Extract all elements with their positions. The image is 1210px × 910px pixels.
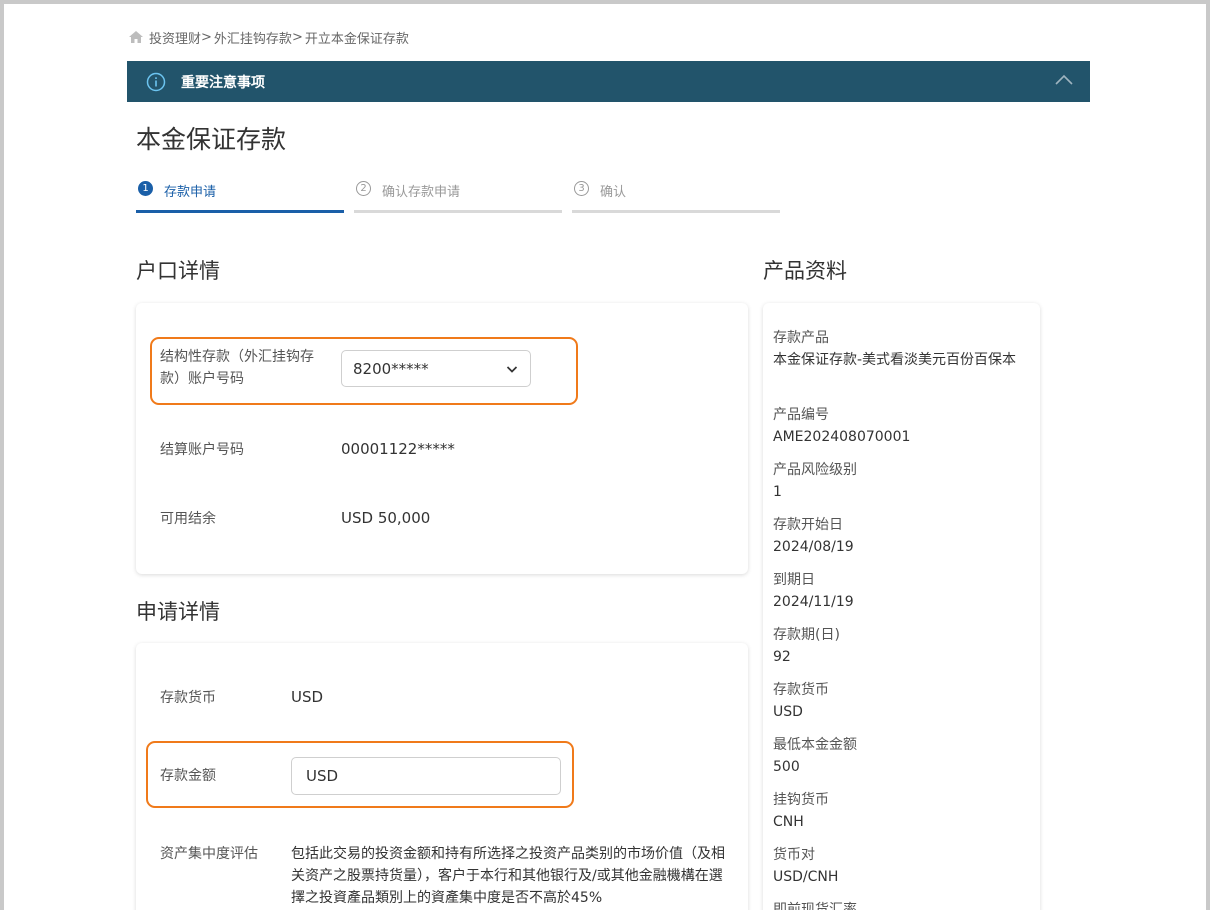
available-balance-label: 可用结余 bbox=[160, 511, 216, 527]
page-title: 本金保证存款 bbox=[136, 125, 287, 154]
settlement-account-label: 结算账户号码 bbox=[160, 442, 244, 458]
product-item-label: 存款期(日) bbox=[773, 627, 840, 643]
product-item-value: 92 bbox=[773, 649, 791, 665]
product-item-label: 产品编号 bbox=[773, 407, 829, 423]
home-icon[interactable] bbox=[128, 30, 144, 44]
notice-title: 重要注意事项 bbox=[181, 74, 265, 91]
info-icon bbox=[146, 72, 166, 91]
application-details-heading: 申请详情 bbox=[136, 600, 220, 624]
concentration-assessment-label: 资产集中度评估 bbox=[160, 846, 258, 862]
progress-steps: 1 存款申请 2 确认存款申请 3 确认 bbox=[136, 178, 790, 213]
breadcrumb-item-fx-linked[interactable]: 外汇挂钩存款 bbox=[214, 28, 292, 47]
product-item-label: 即前现货汇率 bbox=[773, 902, 857, 910]
step-confirm: 3 确认 bbox=[572, 178, 780, 213]
product-item-currency: 存款货币 USD bbox=[773, 679, 1035, 734]
product-item-deposit-product: 存款产品 本金保证存款-美式看淡美元百份百保本 bbox=[773, 327, 1035, 404]
structured-account-label: 结构性存款（外汇挂钩存款）账户号码 bbox=[160, 349, 314, 387]
product-item-value: 500 bbox=[773, 759, 800, 775]
product-item-maturity-date: 到期日 2024/11/19 bbox=[773, 569, 1035, 624]
product-item-start-date: 存款开始日 2024/08/19 bbox=[773, 514, 1035, 569]
breadcrumb-item-investment[interactable]: 投资理财 bbox=[149, 28, 201, 47]
chevron-down-icon bbox=[506, 366, 518, 373]
concentration-assessment-text: 包括此交易的投资金额和持有所选择之投资产品类别的市场价值（及相关资产之股票持货量… bbox=[291, 846, 725, 906]
product-item-label: 挂钩货币 bbox=[773, 792, 829, 808]
product-item-label: 最低本金金额 bbox=[773, 737, 857, 753]
deposit-amount-input[interactable] bbox=[291, 757, 561, 795]
product-item-value: 本金保证存款-美式看淡美元百份百保本 bbox=[773, 352, 1017, 368]
deposit-amount-label: 存款金额 bbox=[160, 768, 216, 784]
breadcrumb: 投资理财 > 外汇挂钩存款 > 开立本金保证存款 bbox=[128, 28, 409, 47]
product-item-value: AME202408070001 bbox=[773, 429, 911, 445]
step-confirm-application: 2 确认存款申请 bbox=[354, 178, 562, 213]
breadcrumb-item-current: 开立本金保证存款 bbox=[304, 31, 409, 47]
step-number: 1 bbox=[138, 181, 153, 196]
product-item-value: 1 bbox=[773, 484, 782, 500]
available-balance-value: USD 50,000 bbox=[341, 509, 431, 527]
product-item-term-days: 存款期(日) 92 bbox=[773, 624, 1035, 679]
step-progress-bar bbox=[136, 210, 344, 213]
breadcrumb-separator: > bbox=[201, 29, 212, 45]
step-number: 2 bbox=[356, 181, 371, 196]
settlement-account-value: 00001122***** bbox=[341, 440, 455, 458]
breadcrumb-separator: > bbox=[291, 29, 303, 45]
product-item-linked-currency: 挂钩货币 CNH bbox=[773, 789, 1035, 844]
product-item-value: USD bbox=[773, 704, 803, 720]
step-number: 3 bbox=[574, 181, 589, 196]
product-item-value: 2024/11/19 bbox=[773, 594, 854, 610]
step-label: 确认存款申请 bbox=[382, 185, 461, 200]
account-details-card: 结构性存款（外汇挂钩存款）账户号码 8200***** 结算账户号码 00001… bbox=[136, 303, 748, 574]
product-item-label: 产品风险级别 bbox=[773, 462, 857, 478]
product-item-risk-level: 产品风险级别 1 bbox=[773, 459, 1035, 514]
product-info-heading: 产品资料 bbox=[763, 259, 847, 283]
chevron-up-icon[interactable] bbox=[1054, 73, 1074, 87]
deposit-currency-value: USD bbox=[291, 688, 324, 706]
step-progress-bar bbox=[354, 210, 562, 213]
structured-account-value: 8200***** bbox=[353, 359, 429, 378]
product-item-value: USD/CNH bbox=[773, 869, 839, 885]
product-item-value: 2024/08/19 bbox=[773, 539, 854, 555]
account-details-heading: 户口详情 bbox=[136, 259, 220, 283]
structured-account-select[interactable]: 8200***** bbox=[341, 350, 531, 387]
product-item-min-principal: 最低本金金额 500 bbox=[773, 734, 1035, 789]
product-item-label: 存款开始日 bbox=[773, 517, 843, 533]
step-progress-bar bbox=[572, 210, 780, 213]
product-item-label: 存款产品 bbox=[773, 330, 829, 346]
product-item-value: CNH bbox=[773, 814, 804, 830]
important-notice-bar[interactable]: 重要注意事项 bbox=[127, 61, 1090, 102]
product-item-currency-pair: 货币对 USD/CNH bbox=[773, 844, 1035, 899]
application-details-card: 存款货币 USD 存款金额 资产集中度评估 包括此交易的投资金额和持有所选择之投… bbox=[136, 643, 748, 910]
product-item-spot-rate: 即前现货汇率 bbox=[773, 899, 1035, 910]
step-deposit-application: 1 存款申请 bbox=[136, 178, 344, 213]
product-item-product-code: 产品编号 AME202408070001 bbox=[773, 404, 1035, 459]
step-label: 存款申请 bbox=[164, 185, 217, 200]
product-item-label: 货币对 bbox=[773, 847, 815, 863]
product-item-label: 到期日 bbox=[773, 572, 815, 588]
deposit-currency-label: 存款货币 bbox=[160, 690, 216, 706]
step-label: 确认 bbox=[600, 185, 627, 200]
product-item-label: 存款货币 bbox=[773, 682, 829, 698]
product-info-list: 存款产品 本金保证存款-美式看淡美元百份百保本 产品编号 AME20240807… bbox=[773, 327, 1035, 910]
